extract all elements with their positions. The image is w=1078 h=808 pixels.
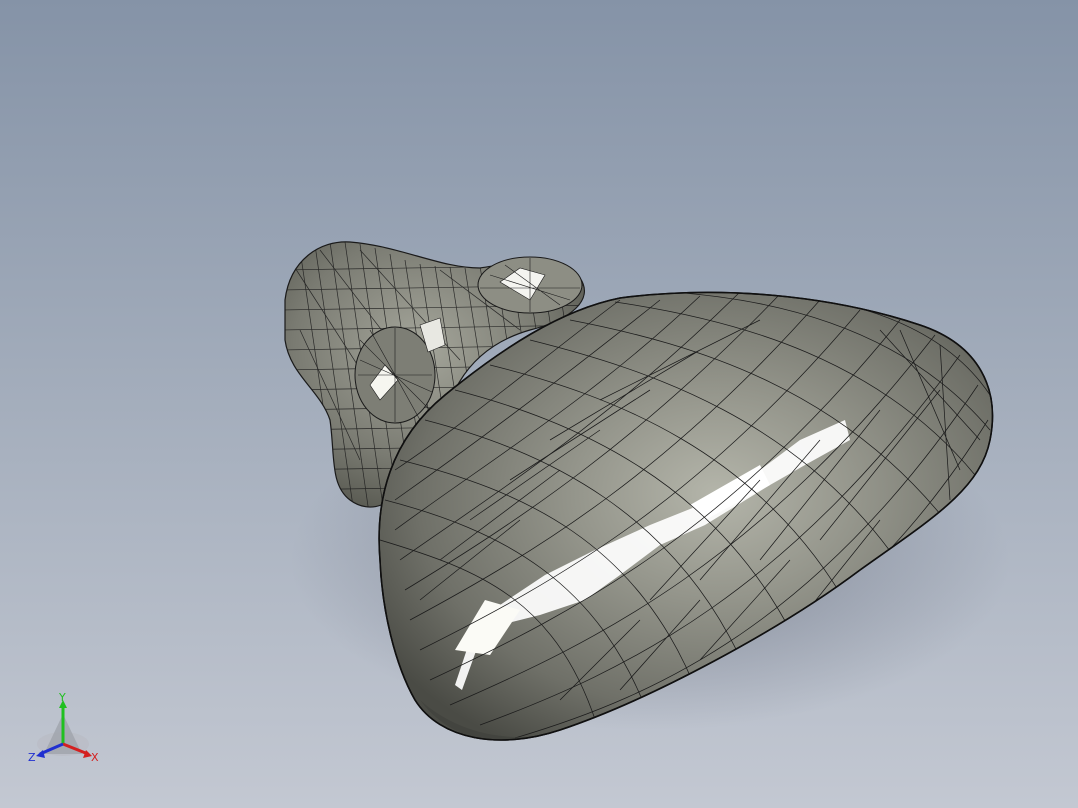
- mesh-model[interactable]: [0, 0, 1078, 808]
- z-axis-label: Z: [28, 751, 36, 764]
- x-axis-label: X: [91, 751, 99, 764]
- graphics-viewport[interactable]: Y X Z: [0, 0, 1078, 808]
- y-axis-label: Y: [58, 692, 66, 704]
- view-orientation-triad[interactable]: Y X Z: [26, 692, 106, 772]
